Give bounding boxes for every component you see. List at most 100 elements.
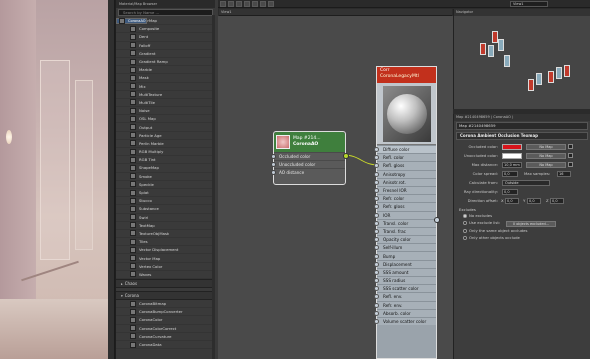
occluded-map-checkbox[interactable] — [568, 144, 573, 149]
category-chaos[interactable]: ▸ Chaos — [116, 279, 215, 288]
use-exclude-list-radio[interactable] — [463, 221, 467, 225]
node-slot[interactable]: Transl. frac — [374, 226, 436, 236]
node-slot[interactable]: SSS scatter color — [374, 284, 436, 293]
list-item[interactable]: MultiTile — [116, 99, 215, 108]
node-editor-view[interactable]: Map #214... CoronaAO Occluded color Unocc… — [218, 16, 453, 359]
input-socket-icon[interactable] — [374, 220, 379, 226]
list-item[interactable]: Vertex Color — [116, 263, 215, 271]
node-slot[interactable]: Displacement — [374, 259, 436, 268]
list-item[interactable]: CoronaColorCorrect — [116, 325, 215, 333]
list-item[interactable]: RGB Multiply — [116, 148, 215, 157]
list-item[interactable]: Vector Map — [116, 254, 215, 263]
max-distance-checkbox[interactable] — [568, 162, 573, 167]
list-item[interactable]: Particle Age — [116, 132, 215, 140]
node-slot[interactable]: Refr. gloss — [374, 202, 436, 211]
input-socket-icon[interactable] — [374, 212, 379, 218]
node-slot[interactable]: Absorb. color — [374, 308, 436, 317]
node-slot[interactable]: Occluded color — [271, 152, 345, 160]
pick-material-button[interactable] — [228, 0, 234, 7]
calculate-from-select[interactable]: Outside — [502, 180, 550, 186]
node-slot[interactable]: Bump — [374, 251, 436, 260]
node-slot[interactable]: Transl. color — [374, 218, 436, 227]
list-item[interactable]: Swirl — [116, 214, 215, 222]
node-slot[interactable]: Self-illum — [374, 243, 436, 252]
input-socket-icon[interactable] — [374, 147, 379, 153]
input-socket-icon[interactable] — [374, 310, 379, 316]
unoccluded-color-swatch[interactable] — [502, 153, 522, 159]
max-distance-map-button[interactable]: No Map — [526, 162, 566, 168]
input-socket-icon[interactable] — [374, 319, 379, 325]
list-item[interactable]: Falloff — [116, 42, 215, 50]
list-item[interactable]: CoronaCurvature — [116, 333, 215, 341]
offset-y-spinner[interactable]: 0,0 — [527, 198, 541, 204]
list-item[interactable]: Dent — [116, 33, 215, 42]
node-slot[interactable]: Anisotropy — [374, 169, 436, 178]
node-slot[interactable]: Refl. color — [374, 153, 436, 162]
input-socket-icon[interactable] — [374, 171, 379, 177]
node-slot[interactable]: Unoccluded color — [271, 160, 345, 168]
occluded-color-swatch[interactable] — [502, 144, 522, 150]
list-item[interactable]: Tiles — [116, 238, 215, 247]
move-children-button[interactable] — [252, 0, 258, 7]
input-socket-icon[interactable] — [271, 162, 276, 167]
list-item[interactable]: ShapeMap — [116, 164, 215, 173]
list-item[interactable]: CoronaBitmap — [116, 300, 215, 309]
ao-node-header[interactable]: Map #214... CoronaAO — [274, 132, 345, 152]
input-socket-icon[interactable] — [271, 170, 276, 175]
view-dropdown[interactable]: View1 — [510, 1, 548, 7]
input-socket-icon[interactable] — [374, 196, 379, 202]
only-other-radio[interactable] — [463, 236, 467, 240]
node-slot[interactable]: IOR — [374, 210, 436, 219]
list-item[interactable]: Composite — [116, 25, 215, 34]
search-input[interactable]: Search by Name ... — [118, 9, 213, 16]
list-item[interactable]: Gradient — [116, 50, 215, 58]
layout-button[interactable] — [236, 0, 242, 7]
list-item[interactable]: CoronaColor — [116, 316, 215, 325]
list-item[interactable]: CoronaAO — [116, 18, 147, 24]
no-excludes-radio[interactable] — [463, 214, 467, 218]
max-distance-spinner[interactable]: 10,0 mm — [502, 162, 522, 168]
input-socket-icon[interactable] — [374, 228, 379, 234]
offset-z-spinner[interactable]: 0,0 — [550, 198, 564, 204]
node-slot[interactable]: Refl. gloss — [374, 161, 436, 170]
list-item[interactable]: TextureObjMask — [116, 230, 215, 239]
input-socket-icon[interactable] — [374, 163, 379, 169]
node-slot[interactable]: Diffuse color — [374, 145, 436, 154]
list-item[interactable]: MultiTexture — [116, 91, 215, 99]
list-item[interactable]: Splat — [116, 189, 215, 198]
unoccluded-map-button[interactable]: No Map — [526, 153, 566, 159]
list-item[interactable]: OSL Map — [116, 115, 215, 124]
input-socket-icon[interactable] — [374, 269, 379, 275]
node-slot[interactable]: AO distance — [271, 168, 345, 176]
list-item[interactable]: Stucco — [116, 197, 215, 206]
input-socket-icon[interactable] — [374, 278, 379, 284]
input-socket-icon[interactable] — [374, 253, 379, 259]
list-item[interactable]: Mix — [116, 83, 215, 91]
rollout-header[interactable]: Corona Ambient Occlusion Texmap — [456, 132, 588, 140]
list-item[interactable]: RGB Tint — [116, 156, 215, 165]
list-item[interactable]: Waves — [116, 271, 215, 279]
ao-output-socket[interactable] — [343, 153, 349, 159]
node-slot[interactable]: Anisotr.rot. — [374, 177, 436, 186]
node-slot[interactable]: SSS radius — [374, 276, 436, 285]
mat-output-socket[interactable] — [434, 217, 440, 223]
list-item[interactable]: Substance — [116, 205, 215, 214]
list-item[interactable]: Noise — [116, 107, 215, 116]
list-item[interactable]: Speckle — [116, 181, 215, 189]
node-slot[interactable]: Fresnel IOR — [374, 185, 436, 195]
select-tool-button[interactable] — [220, 0, 226, 7]
list-item[interactable]: Perlin Marble — [116, 140, 215, 148]
list-item[interactable]: Mask — [116, 74, 215, 83]
view-tab[interactable]: View1 — [219, 9, 452, 16]
list-item[interactable]: CoronaBumpConverter — [116, 308, 215, 317]
list-item[interactable]: Output — [116, 123, 215, 132]
input-socket-icon[interactable] — [374, 302, 379, 308]
list-item[interactable]: Vector Displacement — [116, 246, 215, 255]
list-item[interactable]: CoronaData — [116, 341, 215, 350]
node-slot[interactable]: SSS amount — [374, 267, 436, 276]
color-spread-spinner[interactable]: 0,0 — [502, 171, 518, 177]
node-slot[interactable]: Opacity color — [374, 235, 436, 244]
legacy-material-node[interactable]: Corr CoronaLegacyMtl Diffuse color Refl. … — [374, 66, 440, 359]
input-socket-icon[interactable] — [374, 188, 379, 194]
input-socket-icon[interactable] — [374, 179, 379, 185]
